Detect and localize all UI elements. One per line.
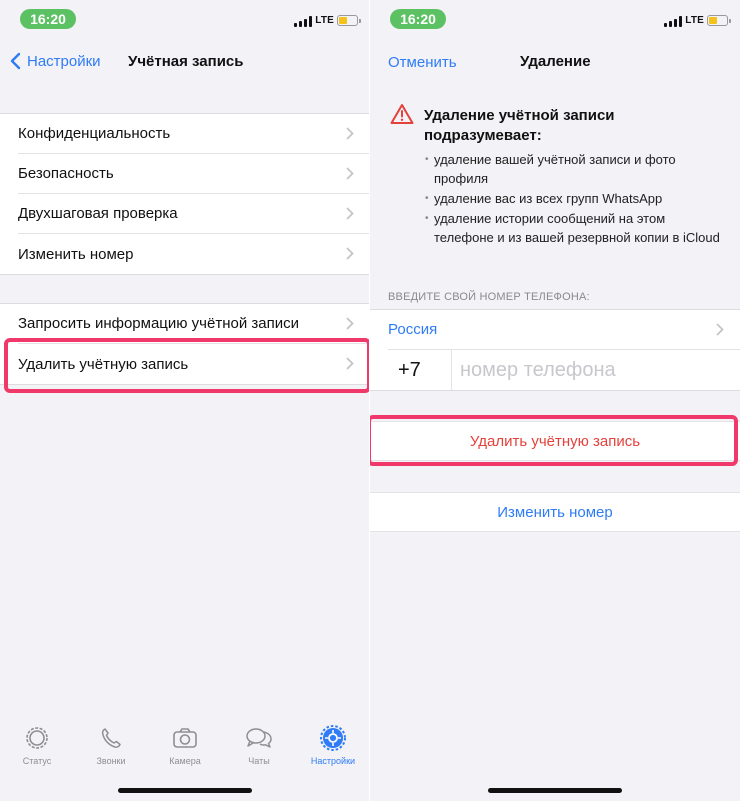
signal-icon [664, 16, 682, 27]
tab-status[interactable]: Статус [0, 724, 74, 778]
chevron-right-icon [346, 317, 354, 330]
network-label: LTE [315, 15, 334, 26]
phone-input-row: +7 номер телефона [370, 350, 740, 390]
app-screens: 16:20 LTE Настройки Учётная запись Конфи… [0, 0, 740, 801]
row-label: Двухшаговая проверка [18, 205, 178, 222]
network-label: LTE [685, 15, 704, 26]
warning-item: удаление вас из всех групп WhatsApp [425, 189, 725, 208]
tab-chats[interactable]: Чаты [222, 724, 296, 778]
camera-icon [173, 728, 197, 748]
chevron-right-icon [346, 247, 354, 260]
highlight-frame [4, 338, 370, 393]
tab-label: Настройки [310, 756, 356, 766]
tab-bar: Статус Звонки Камера Чаты Настройки [0, 724, 370, 778]
row-security[interactable]: Безопасность [18, 154, 370, 194]
highlight-frame [370, 415, 738, 466]
warning-item: удаление вашей учётной записи и фото про… [425, 150, 725, 188]
chats-icon [246, 728, 272, 748]
phone-input[interactable]: номер телефона [452, 359, 616, 382]
row-privacy[interactable]: Конфиденциальность [18, 114, 370, 154]
phone-section-label: ВВЕДИТЕ СВОЙ НОМЕР ТЕЛЕФОНА: [388, 291, 590, 303]
phone-group: Россия +7 номер телефона [370, 309, 740, 391]
cancel-button[interactable]: Отменить [388, 54, 457, 71]
page-title: Учётная запись [128, 53, 244, 70]
tab-calls[interactable]: Звонки [74, 724, 148, 778]
status-time: 16:20 [390, 9, 446, 29]
row-label: Безопасность [18, 165, 114, 182]
status-bar: 16:20 LTE [370, 0, 740, 38]
row-change-number[interactable]: Изменить номер [18, 234, 370, 274]
row-two-step[interactable]: Двухшаговая проверка [18, 194, 370, 234]
home-indicator[interactable] [488, 788, 622, 793]
phone-icon [101, 728, 121, 748]
warning-list: удаление вашей учётной записи и фото про… [425, 150, 725, 248]
row-label: Изменить номер [18, 245, 134, 263]
row-label: Запросить информацию учётной записи [18, 315, 299, 332]
country-selector[interactable]: Россия [388, 310, 740, 350]
delete-account-screen: 16:20 LTE Отменить Удаление Удаление учё… [370, 0, 740, 801]
nav-bar: Настройки Учётная запись [0, 40, 370, 84]
status-time: 16:20 [20, 9, 76, 29]
nav-bar: Отменить Удаление [370, 40, 740, 84]
warning-title: Удаление учётной записи подразумевает: [424, 107, 615, 144]
country-name: Россия [388, 321, 438, 338]
chevron-right-icon [346, 207, 354, 220]
signal-icon [294, 16, 312, 27]
warning-item: удаление истории сообщений на этом телеф… [425, 209, 725, 247]
account-settings-group: Конфиденциальность Безопасность Двухшаго… [0, 113, 370, 275]
tab-label: Камера [169, 756, 201, 766]
status-bar: 16:20 LTE [0, 0, 370, 38]
tab-camera[interactable]: Камера [148, 724, 222, 778]
row-label: Конфиденциальность [18, 125, 171, 142]
warning-icon [390, 104, 414, 124]
chevron-right-icon [346, 167, 354, 180]
settings-icon [320, 725, 346, 751]
country-code[interactable]: +7 [370, 350, 452, 390]
change-number-button[interactable]: Изменить номер [370, 492, 740, 532]
home-indicator[interactable] [118, 788, 252, 793]
chevron-right-icon [346, 127, 354, 140]
tab-settings[interactable]: Настройки [296, 724, 370, 778]
tab-label: Чаты [248, 756, 270, 766]
page-title: Удаление [520, 53, 591, 70]
account-screen: 16:20 LTE Настройки Учётная запись Конфи… [0, 0, 370, 801]
status-icon [26, 727, 48, 749]
battery-icon [337, 15, 361, 26]
battery-icon [707, 15, 731, 26]
tab-label: Звонки [96, 756, 126, 766]
chevron-right-icon [716, 323, 724, 336]
tab-label: Статус [22, 756, 52, 766]
